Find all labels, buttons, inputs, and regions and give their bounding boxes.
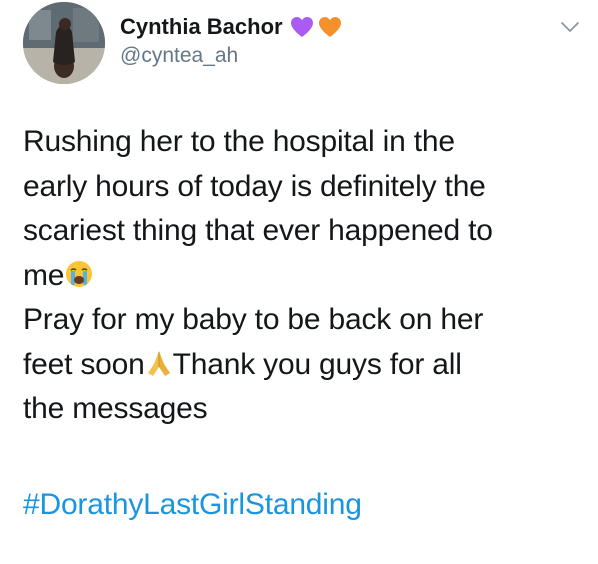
tweet-line-text: me (23, 258, 65, 292)
tweet-line: the messages (23, 392, 208, 425)
tweet-line: early hours of today is definitely the (23, 169, 486, 203)
author-name-text: Cynthia Bachor (120, 14, 283, 39)
author-handle[interactable]: @cyntea_ah (120, 44, 238, 68)
tweet-text: Rushing her to the hospital in the early… (23, 120, 583, 432)
purple-heart-icon (290, 17, 313, 37)
crying-face-icon (66, 260, 93, 287)
hashtag-link[interactable]: #DorathyLastGirlStanding (23, 483, 362, 527)
tweet-line-text: feet soon (23, 347, 145, 381)
tweet-line: Pray for my baby to be back on her (23, 303, 484, 336)
tweet-line: scariest thing that ever happened to (23, 214, 493, 247)
author-display-name[interactable]: Cynthia Bachor (120, 14, 342, 40)
avatar[interactable] (23, 2, 105, 84)
tweet-line-text: Thank you guys for all (172, 347, 462, 381)
folded-hands-icon (147, 350, 170, 376)
chevron-down-icon[interactable] (560, 20, 580, 34)
tweet-card: Cynthia Bachor @cyntea_ah Rushing her to… (0, 0, 598, 564)
tweet-line-with-emoji: feet soon Thank you guys for all (23, 343, 583, 388)
avatar-image (23, 2, 105, 84)
tweet-line: Rushing her to the hospital in the (23, 125, 455, 158)
tweet-line-with-emoji: me (23, 254, 583, 299)
orange-heart-icon (318, 17, 341, 37)
